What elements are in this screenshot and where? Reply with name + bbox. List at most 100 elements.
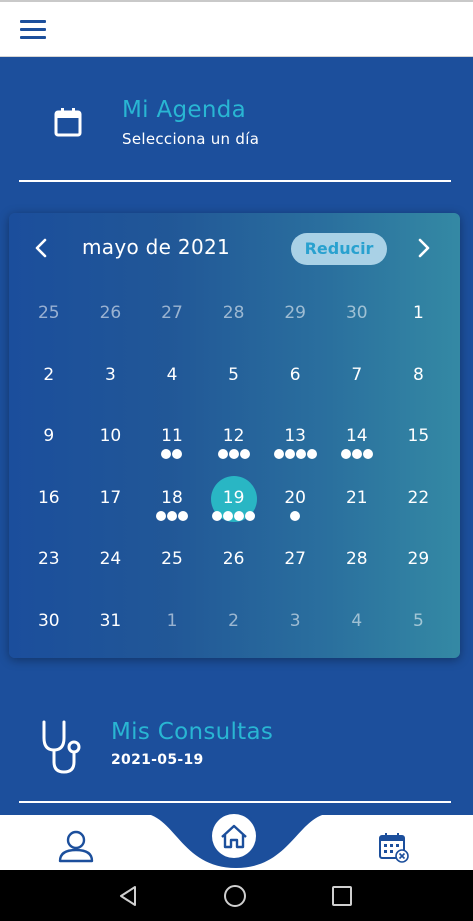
chevron-right-icon[interactable]	[410, 235, 436, 261]
calendar-day[interactable]: 29	[264, 283, 326, 345]
calendar-day[interactable]: 10	[80, 406, 142, 468]
calendar-day[interactable]: 14	[326, 406, 388, 468]
month-calendar: mayo de 2021 Reducir 25 26 27 28 29 30 1 2 3 4 5 6 7…	[9, 213, 460, 658]
calendar-day[interactable]: 20	[264, 468, 326, 530]
calendar-day-number: 31	[99, 610, 122, 631]
stethoscope-icon	[42, 720, 81, 774]
calendar-day[interactable]: 22	[388, 468, 450, 530]
calendar-day[interactable]: 25	[141, 529, 203, 591]
calendar-day[interactable]: 4	[141, 345, 203, 407]
calendar-day[interactable]: 26	[203, 529, 265, 591]
calendar-day[interactable]: 26	[80, 283, 142, 345]
calendar-day-number: 4	[166, 364, 178, 385]
recents-icon[interactable]	[329, 883, 355, 909]
calendar-day[interactable]: 12	[203, 406, 265, 468]
calendar-week-row: 23 24 25 26 27 28 29	[18, 529, 450, 591]
calendar-day[interactable]: 18	[141, 468, 203, 530]
calendar-day-number: 26	[222, 549, 245, 569]
calendar-day[interactable]: 16	[18, 468, 80, 530]
calendar-day[interactable]: 29	[388, 529, 450, 591]
calendar-day-number: 29	[284, 303, 306, 323]
consultas-date: 2021-05-19	[111, 752, 204, 768]
appointment-dot	[223, 510, 234, 521]
calendar-day[interactable]: 9	[18, 406, 80, 468]
divider	[19, 801, 451, 803]
appointment-dot	[340, 449, 351, 459]
calendar-day[interactable]: 3	[80, 345, 142, 407]
calendar-day-number: 26	[99, 303, 122, 323]
consultas-title: Mis Consultas	[111, 719, 274, 745]
calendar-day-number: 5	[228, 364, 239, 385]
appointment-dot	[351, 449, 362, 459]
calendar-day[interactable]: 17	[80, 468, 142, 530]
calendar-day[interactable]: 31	[80, 591, 142, 653]
appointment-dot	[306, 449, 317, 459]
hamburger-menu-icon[interactable]	[20, 20, 46, 40]
calendar-day-number: 22	[407, 487, 430, 508]
calendar-day[interactable]: 25	[18, 283, 80, 345]
appointment-dots	[264, 510, 326, 521]
calendar-day[interactable]: 21	[326, 468, 388, 530]
calendar-day-number: 1	[166, 610, 178, 631]
calendar-day[interactable]: 27	[264, 529, 326, 591]
calendar-day[interactable]: 2	[18, 345, 80, 407]
consultas-section: Mis Consultas 2021-05-19	[0, 710, 473, 780]
calendar-day-number: 21	[345, 487, 368, 508]
appointment-dots	[264, 449, 326, 459]
appointment-dot	[273, 449, 284, 459]
calendar-day-number: 15	[407, 426, 430, 446]
calendar-day-number: 29	[407, 549, 430, 569]
calendar-day-grid: 25 26 27 28 29 30 1 2 3 4 5 6 7 8 9 10 11 12 13 14 15 16 17 18 1…	[18, 283, 450, 652]
calendar-day-number: 25	[37, 303, 60, 323]
appointment-dot	[362, 449, 373, 459]
calendar-day-selected[interactable]: 19	[203, 468, 265, 530]
calendar-day[interactable]: 28	[203, 283, 265, 345]
reduce-button[interactable]: Reducir	[291, 233, 387, 265]
calendar-day[interactable]: 4	[326, 591, 388, 653]
calendar-day-number: 28	[345, 549, 368, 569]
home-circle-icon[interactable]	[222, 883, 248, 909]
calendar-day[interactable]: 15	[388, 406, 450, 468]
calendar-day[interactable]: 30	[326, 283, 388, 345]
calendar-day[interactable]: 8	[388, 345, 450, 407]
top-app-bar	[0, 0, 473, 57]
calendar-week-row: 25 26 27 28 29 30 1	[18, 283, 450, 345]
calendar-day[interactable]: 1	[141, 591, 203, 653]
chevron-left-icon[interactable]	[29, 235, 55, 261]
calendar-day[interactable]: 27	[141, 283, 203, 345]
calendar-day[interactable]: 23	[18, 529, 80, 591]
calendar-day-number: 27	[284, 549, 306, 569]
agenda-header: Mi Agenda Selecciona un día	[0, 90, 473, 160]
calendar-day[interactable]: 30	[18, 591, 80, 653]
calendar-day[interactable]: 11	[141, 406, 203, 468]
calendar-day-number: 28	[222, 303, 245, 323]
calendar-day[interactable]: 7	[326, 345, 388, 407]
appointment-dots	[141, 449, 203, 459]
appointment-dot	[295, 449, 306, 459]
appointment-dot	[284, 449, 295, 459]
back-icon[interactable]	[115, 883, 141, 909]
calendar-day[interactable]: 2	[203, 591, 265, 653]
calendar-day-number: 27	[161, 303, 183, 323]
appointment-dot	[228, 449, 239, 459]
calendar-cancel-icon[interactable]	[378, 832, 410, 864]
calendar-day[interactable]: 5	[203, 345, 265, 407]
home-button[interactable]	[209, 811, 259, 861]
calendar-day-number: 3	[289, 610, 301, 631]
calendar-day-number: 9	[43, 426, 55, 446]
calendar-day[interactable]: 6	[264, 345, 326, 407]
appointment-dot	[155, 510, 166, 521]
appointment-dots	[141, 510, 203, 521]
calendar-day[interactable]: 28	[326, 529, 388, 591]
calendar-day[interactable]: 5	[388, 591, 450, 653]
calendar-day[interactable]: 1	[388, 283, 450, 345]
calendar-day[interactable]: 3	[264, 591, 326, 653]
calendar-day[interactable]: 13	[264, 406, 326, 468]
month-label: mayo de 2021	[82, 235, 231, 259]
calendar-day[interactable]: 24	[80, 529, 142, 591]
calendar-week-row: 16 17 18 19 20 21 22	[18, 468, 450, 530]
calendar-day-number: 23	[37, 549, 60, 569]
appointment-dot	[212, 510, 223, 521]
user-icon[interactable]	[58, 829, 94, 863]
calendar-day-number: 5	[412, 610, 424, 631]
